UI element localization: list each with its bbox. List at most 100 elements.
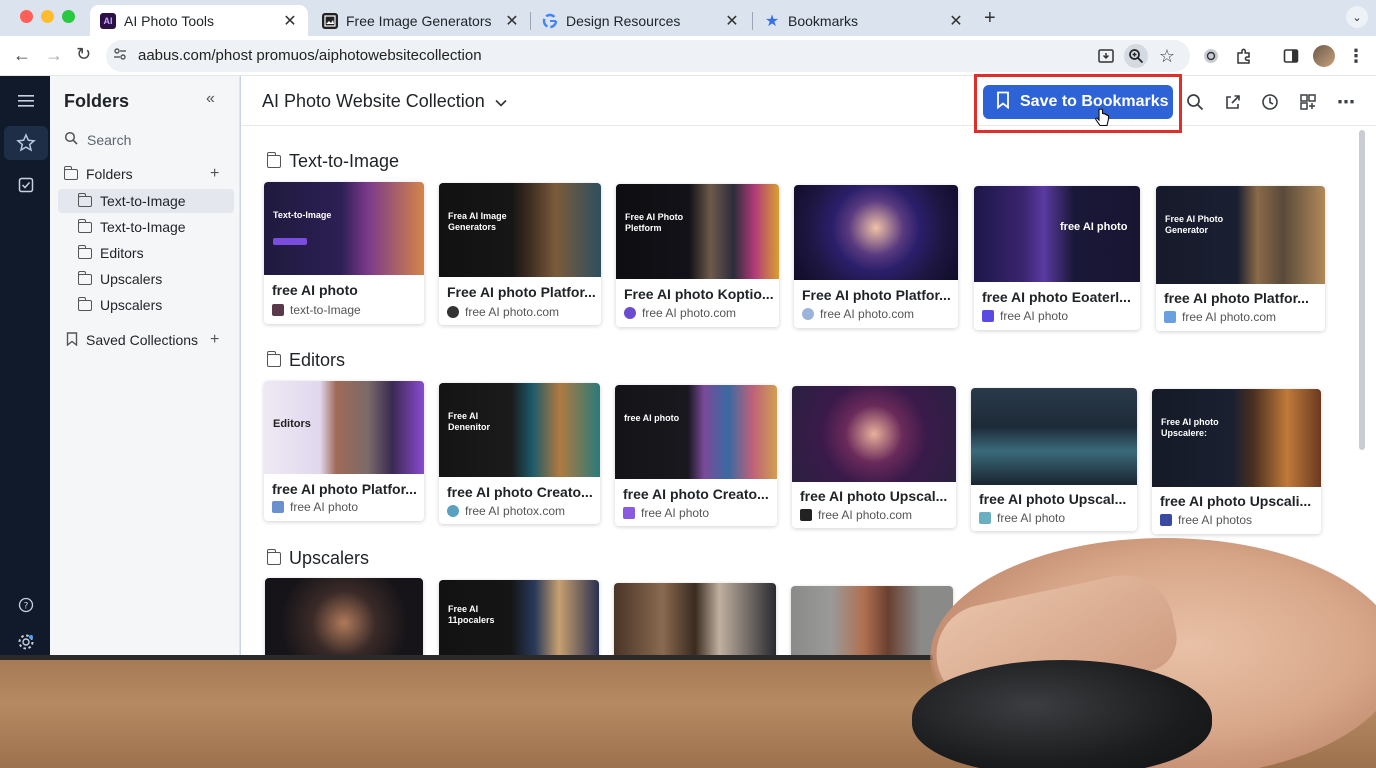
tab-close-icon[interactable]: ✕: [948, 11, 964, 31]
reload-icon[interactable]: ↻: [76, 44, 91, 65]
site-favicon-icon: [1164, 311, 1176, 323]
thumbnail-text: Free AI 11pocalers: [448, 604, 495, 625]
tab-close-icon[interactable]: ✕: [724, 11, 740, 31]
folder-icon: [77, 218, 92, 233]
folders-sidebar: Folders « Search Folders + Text-to-Image…: [50, 76, 240, 676]
card-title: Free AI photo Platfor...: [447, 284, 595, 300]
thumbnail-text: Free AI photo Upscalere:: [1161, 417, 1219, 438]
collection-card[interactable]: free AI photo free AI photo Creato... fr…: [615, 385, 777, 526]
collection-card[interactable]: free AI photo Upscal... free AI photo.co…: [792, 386, 956, 528]
collection-card[interactable]: free AI photo free AI photo Eoaterl... f…: [974, 186, 1140, 330]
sidepanel-icon[interactable]: [1279, 44, 1303, 68]
collection-card[interactable]: Free AI 11pocalers: [439, 580, 599, 662]
tab-free-image-generators[interactable]: Free Image Generators ✕: [312, 5, 530, 36]
chevron-down-icon: [495, 91, 507, 112]
collection-card[interactable]: Free AI Denenitor free AI photo Creato..…: [439, 383, 600, 524]
tab-close-icon[interactable]: ✕: [504, 11, 520, 31]
sidebar-item-upscalers[interactable]: Upscalers: [58, 267, 234, 291]
section-text-to-image: Text-to-Image: [266, 151, 400, 172]
layout-grid-icon[interactable]: [1296, 90, 1320, 114]
forward-arrow-icon[interactable]: →: [45, 45, 63, 66]
site-favicon-icon: [447, 505, 459, 517]
card-title: Free AI photo Koptio...: [624, 286, 773, 302]
browser-menu-icon[interactable]: ⋮: [1344, 44, 1368, 68]
collection-card[interactable]: Free AI photo Upscalere: free AI photo U…: [1152, 389, 1321, 534]
section-title: Text-to-Image: [289, 151, 400, 171]
collection-card[interactable]: Free AI Photo Generator free AI photo Pl…: [1156, 186, 1325, 331]
install-app-icon[interactable]: [1094, 44, 1118, 68]
extensions-puzzle-icon[interactable]: [1232, 44, 1256, 68]
collection-card[interactable]: [265, 578, 423, 660]
collection-card[interactable]: free AI photo Upscal... free AI photo: [971, 388, 1137, 531]
minimize-window-button[interactable]: [41, 10, 54, 23]
tab-close-icon[interactable]: ✕: [282, 11, 298, 31]
site-favicon-icon: [982, 310, 994, 322]
sidebar-item-folders[interactable]: Folders: [58, 162, 234, 186]
card-thumbnail: Frea AI Image Generators: [439, 183, 601, 277]
source-label: free AI photo: [997, 511, 1066, 525]
hamburger-menu-icon[interactable]: [15, 90, 37, 112]
maximize-window-button[interactable]: [62, 10, 75, 23]
extension-gpt-icon[interactable]: [1199, 44, 1223, 68]
add-folder-icon[interactable]: +: [210, 165, 219, 183]
card-thumbnail: [265, 578, 423, 660]
add-collection-icon[interactable]: +: [210, 331, 219, 349]
bookmark-star-icon[interactable]: ☆: [1155, 44, 1179, 68]
history-clock-icon[interactable]: [1258, 90, 1282, 114]
share-icon[interactable]: [1221, 90, 1245, 114]
collection-card[interactable]: Free AI photo Platfor... free AI photo.c…: [794, 185, 958, 328]
card-source: free AI photo: [982, 309, 1068, 323]
tasks-check-icon[interactable]: [15, 174, 37, 196]
thumbnail-button: [273, 238, 307, 245]
site-favicon-icon: [272, 304, 284, 316]
thumbnail-text: Text-to-Image: [273, 210, 332, 220]
source-label: free AI photo.com: [820, 307, 915, 321]
card-title: free AI photo: [272, 282, 358, 298]
card-title: free AI photo Platfor...: [272, 481, 417, 497]
settings-gear-icon[interactable]: [15, 631, 37, 653]
card-source: free AI photo.com: [447, 305, 559, 319]
scrollbar-thumb[interactable]: [1359, 130, 1365, 450]
collection-card[interactable]: [791, 586, 953, 666]
tab-design-resources[interactable]: Design Resources ✕: [532, 5, 750, 36]
help-icon[interactable]: ?: [15, 594, 37, 616]
sidebar-item-text-to-image[interactable]: Text-to-Image: [58, 189, 234, 213]
sidebar-item-saved-collections[interactable]: Saved Collections: [58, 328, 234, 352]
sidebar-item-label: Text-to-Image: [100, 219, 186, 235]
collection-card[interactable]: [614, 583, 776, 665]
collection-card[interactable]: Editors free AI photo Platfor... free AI…: [264, 381, 424, 521]
bookmark-icon: [66, 331, 78, 349]
source-label: free AI photo: [1000, 309, 1069, 323]
card-thumbnail: [971, 388, 1137, 485]
tab-bookmarks[interactable]: ★ Bookmarks ✕: [754, 5, 974, 36]
thumbnail-text: Frea AI Image Generators: [448, 211, 507, 232]
tab-search-chevron-icon[interactable]: ⌄: [1346, 6, 1368, 28]
sidebar-item-editors[interactable]: Editors: [58, 241, 234, 265]
zoom-icon[interactable]: [1124, 44, 1148, 68]
sidebar-item-text-to-image[interactable]: Text-to-Image: [58, 215, 234, 239]
tab-title: Bookmarks: [788, 12, 859, 29]
collapse-sidebar-icon[interactable]: «: [206, 90, 215, 108]
google-favicon-icon: [542, 13, 558, 29]
folder-icon: [63, 165, 78, 180]
collection-card[interactable]: Frea AI Image Generators Free AI photo P…: [439, 183, 601, 325]
collection-title[interactable]: AI Photo Website Collection: [262, 91, 507, 112]
sidebar-item-upscalers[interactable]: Upscalers: [58, 293, 234, 317]
new-tab-icon[interactable]: +: [984, 7, 996, 30]
profile-avatar[interactable]: [1313, 45, 1335, 67]
close-window-button[interactable]: [20, 10, 33, 23]
source-label: free AI photo.com: [1182, 310, 1277, 324]
tab-ai-photo-tools[interactable]: AI AI Photo Tools ✕: [90, 5, 308, 36]
folder-icon: [266, 549, 281, 565]
site-settings-icon[interactable]: [112, 46, 128, 65]
favorites-star-icon[interactable]: [4, 126, 48, 160]
more-options-icon[interactable]: ⋯: [1334, 90, 1358, 114]
card-source: free AI photo: [272, 500, 358, 514]
source-label: free AI photo.com: [818, 508, 913, 522]
sidebar-search[interactable]: Search: [64, 131, 131, 148]
back-arrow-icon[interactable]: ←: [13, 45, 31, 66]
card-thumbnail: [791, 586, 953, 666]
collection-card[interactable]: Free AI Photo Pletform Free AI photo Kop…: [616, 184, 779, 327]
search-icon[interactable]: [1183, 90, 1207, 114]
collection-card[interactable]: Text-to-Image free AI photo text-to-Imag…: [264, 182, 424, 324]
